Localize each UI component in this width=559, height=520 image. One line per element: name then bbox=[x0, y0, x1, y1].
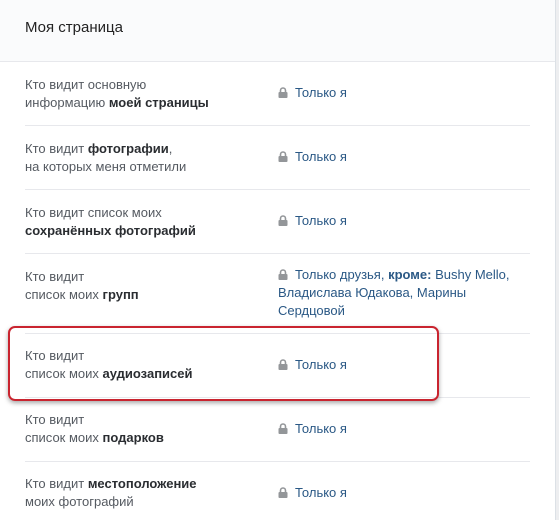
lock-icon bbox=[278, 487, 288, 498]
lock-icon bbox=[278, 87, 288, 98]
privacy-settings-panel: Моя страница Кто видит основную информац… bbox=[0, 0, 556, 520]
row-label: Кто видит список моих подарков bbox=[25, 412, 164, 445]
privacy-row-gifts: Кто видит список моих подарков Только я bbox=[0, 398, 555, 462]
privacy-row-main-info: Кто видит основную информацию моей стран… bbox=[0, 62, 555, 126]
lock-icon bbox=[278, 359, 288, 370]
row-label: Кто видит список моих групп bbox=[25, 269, 139, 302]
privacy-value-dropdown[interactable]: Только я bbox=[278, 420, 528, 438]
row-label: Кто видит местоположение моих фотографий bbox=[25, 476, 197, 509]
row-label: Кто видит основную информацию моей стран… bbox=[25, 77, 209, 110]
privacy-value-dropdown[interactable]: Только я bbox=[278, 484, 528, 502]
privacy-value-dropdown[interactable]: Только друзья, кроме: Bushy Mello, Влади… bbox=[278, 266, 528, 320]
privacy-row-location: Кто видит местоположение моих фотографий… bbox=[0, 462, 555, 520]
privacy-row-groups: Кто видит список моих групп Только друзь… bbox=[0, 254, 555, 334]
privacy-value-dropdown[interactable]: Только я bbox=[278, 84, 528, 102]
privacy-row-audio: Кто видит список моих аудиозаписей Тольк… bbox=[0, 334, 555, 398]
row-label: Кто видит фотографии, на которых меня от… bbox=[25, 141, 187, 174]
page-title: Моя страница bbox=[25, 19, 123, 36]
privacy-value-dropdown[interactable]: Только я bbox=[278, 356, 528, 374]
lock-icon bbox=[278, 269, 288, 280]
lock-icon bbox=[278, 151, 288, 162]
lock-icon bbox=[278, 215, 288, 226]
privacy-value-dropdown[interactable]: Только я bbox=[278, 212, 528, 230]
row-label: Кто видит список моих сохранённых фотогр… bbox=[25, 205, 196, 238]
privacy-row-tagged-photos: Кто видит фотографии, на которых меня от… bbox=[0, 126, 555, 190]
privacy-row-saved-photos: Кто видит список моих сохранённых фотогр… bbox=[0, 190, 555, 254]
privacy-value-dropdown[interactable]: Только я bbox=[278, 148, 528, 166]
panel-header: Моя страница bbox=[0, 0, 555, 62]
row-label: Кто видит список моих аудиозаписей bbox=[25, 348, 193, 381]
lock-icon bbox=[278, 423, 288, 434]
